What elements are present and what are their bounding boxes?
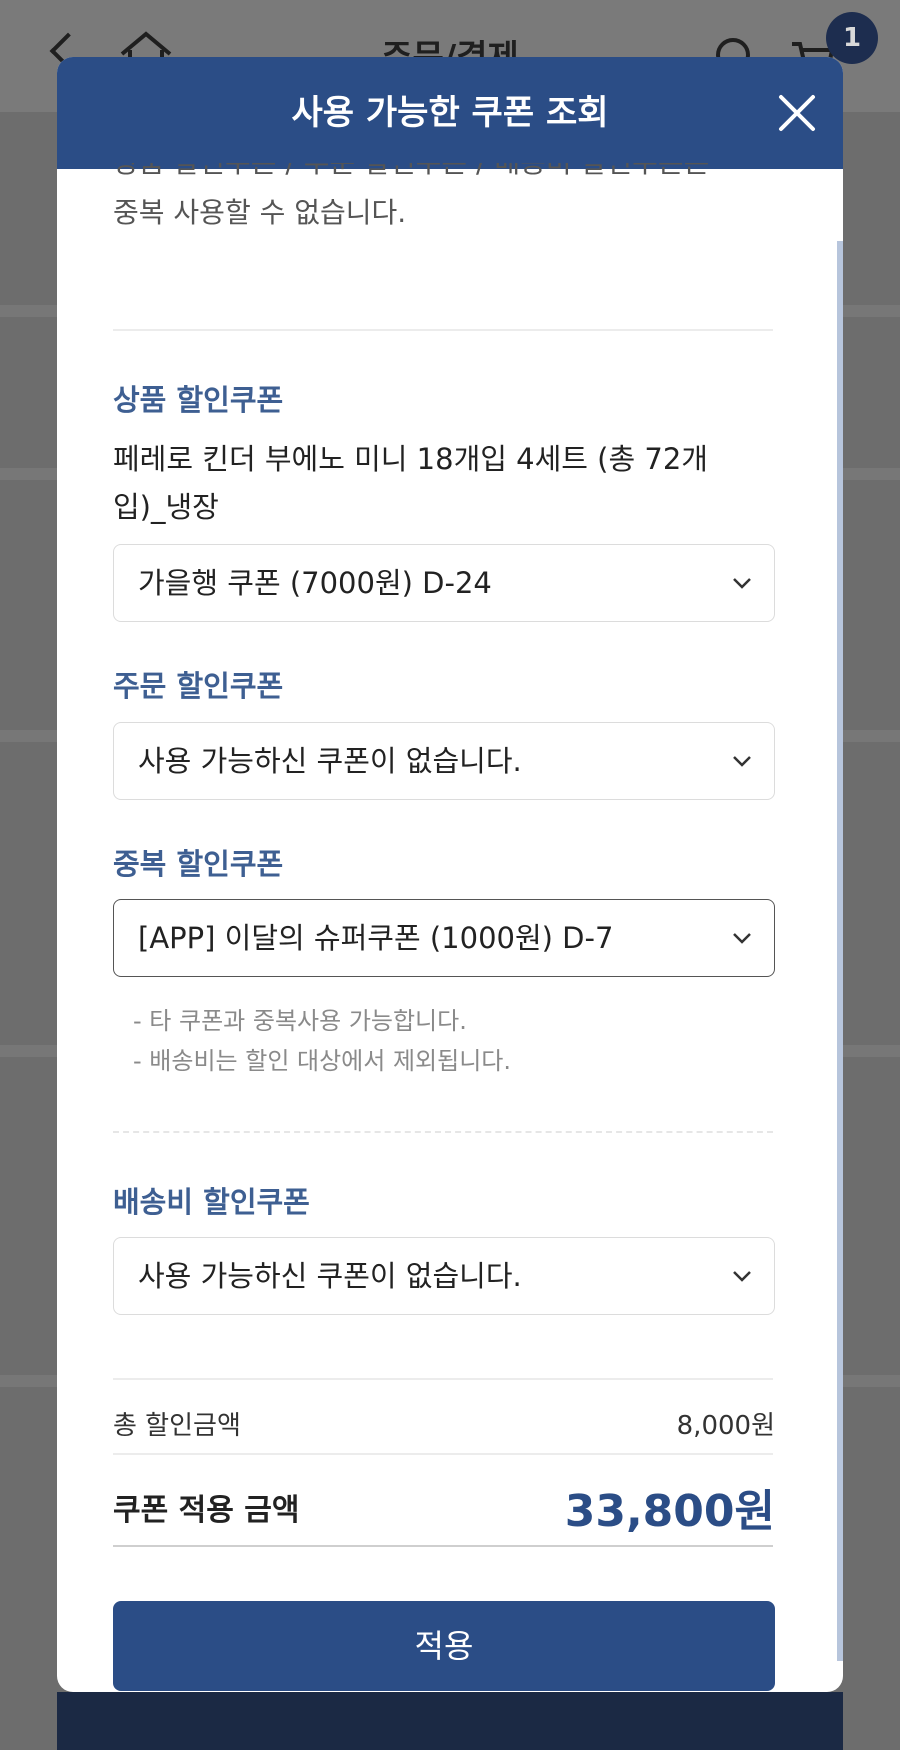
- shipping-coupon-label: 배송비 할인쿠폰: [113, 1185, 310, 1219]
- coupon-notice-line1: 상품 할인쿠폰 / 주문 할인쿠폰 / 배송비 할인쿠폰은: [113, 163, 773, 185]
- product-coupon-selected: 가을행 쿠폰 (7000원) D-24: [138, 566, 492, 600]
- total-discount-value: 8,000원: [676, 1411, 775, 1441]
- apply-button[interactable]: 적용: [113, 1601, 775, 1691]
- duplicate-coupon-selected: [APP] 이달의 슈퍼쿠폰 (1000원) D-7: [138, 921, 614, 955]
- section-divider: [113, 1131, 773, 1133]
- product-coupon-label: 상품 할인쿠폰: [113, 383, 284, 417]
- background-footer-bar: [57, 1692, 843, 1750]
- product-coupon-select[interactable]: 가을행 쿠폰 (7000원) D-24: [113, 544, 775, 622]
- close-button[interactable]: [765, 81, 829, 145]
- duplicate-coupon-select[interactable]: [APP] 이달의 슈퍼쿠폰 (1000원) D-7: [113, 899, 775, 977]
- section-divider: [113, 329, 773, 331]
- coupon-notice-line2: 중복 사용할 수 없습니다.: [113, 196, 407, 229]
- close-icon: [779, 95, 815, 131]
- applied-amount-value: 33,800원: [564, 1486, 775, 1537]
- modal-body[interactable]: 상품 할인쿠폰 / 주문 할인쿠폰 / 배송비 할인쿠폰은 중복 사용할 수 없…: [57, 163, 843, 1692]
- scrollbar[interactable]: [837, 241, 843, 1661]
- duplicate-coupon-help-2: - 배송비는 할인 대상에서 제외됩니다.: [133, 1047, 512, 1075]
- order-coupon-select[interactable]: 사용 가능하신 쿠폰이 없습니다.: [113, 722, 775, 800]
- order-coupon-label: 주문 할인쿠폰: [113, 669, 284, 703]
- summary-divider: [113, 1378, 773, 1380]
- total-discount-label: 총 할인금액: [113, 1411, 241, 1441]
- product-name: 페레로 킨더 부에노 미니 18개입 4세트 (총 72개입)_냉장: [113, 442, 708, 524]
- applied-amount-label: 쿠폰 적용 금액: [113, 1493, 300, 1528]
- duplicate-coupon-label: 중복 할인쿠폰: [113, 847, 284, 881]
- chevron-down-icon: [733, 756, 751, 767]
- shipping-coupon-select[interactable]: 사용 가능하신 쿠폰이 없습니다.: [113, 1237, 775, 1315]
- summary-divider: [113, 1453, 773, 1455]
- total-discount-row: 총 할인금액 8,000원: [113, 1405, 775, 1441]
- shipping-coupon-selected: 사용 가능하신 쿠폰이 없습니다.: [138, 1259, 522, 1293]
- coupon-modal: 사용 가능한 쿠폰 조회 상품 할인쿠폰 / 주문 할인쿠폰 / 배송비 할인쿠…: [57, 57, 843, 1692]
- summary-divider: [113, 1545, 773, 1547]
- coupon-notice: 상품 할인쿠폰 / 주문 할인쿠폰 / 배송비 할인쿠폰은 중복 사용할 수 없…: [113, 163, 773, 235]
- chevron-down-icon: [733, 933, 751, 944]
- order-coupon-selected: 사용 가능하신 쿠폰이 없습니다.: [138, 744, 522, 778]
- chevron-down-icon: [733, 578, 751, 589]
- applied-amount-row: 쿠폰 적용 금액 33,800원: [113, 1475, 775, 1537]
- chevron-down-icon: [733, 1271, 751, 1282]
- duplicate-coupon-help-1: - 타 쿠폰과 중복사용 가능합니다.: [133, 1007, 467, 1035]
- modal-title: 사용 가능한 쿠폰 조회: [291, 93, 609, 133]
- modal-header: 사용 가능한 쿠폰 조회: [57, 57, 843, 169]
